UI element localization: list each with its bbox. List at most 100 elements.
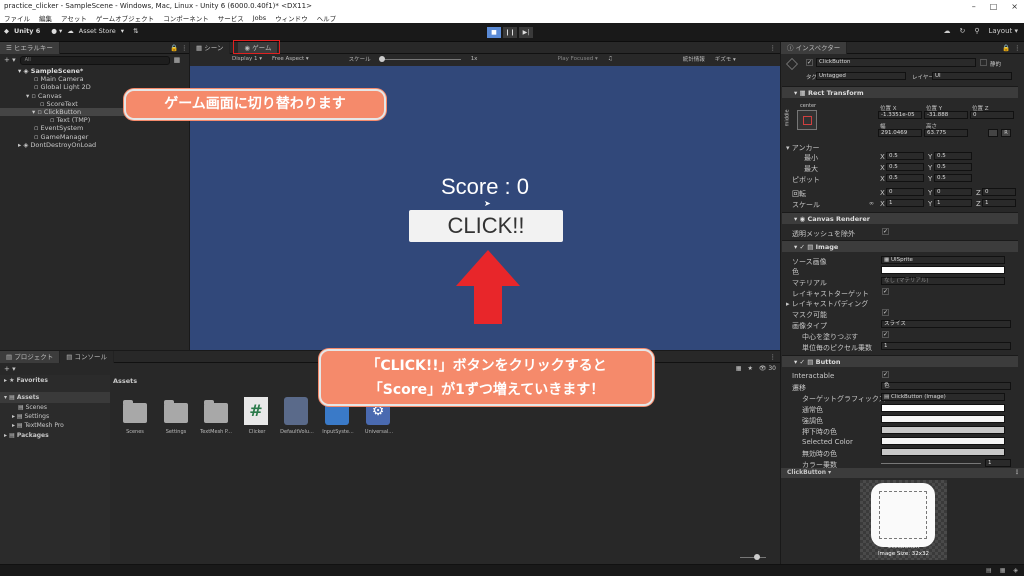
- lock-icon[interactable]: 🔒: [1002, 44, 1010, 52]
- anchor-max-y[interactable]: 0.5: [934, 163, 972, 171]
- image-header[interactable]: ▾ ✓ ▤ Image: [782, 240, 1018, 252]
- close-icon[interactable]: ×: [1011, 2, 1018, 11]
- interactable-checkbox[interactable]: ✓: [882, 371, 889, 378]
- scale-slider[interactable]: [378, 55, 461, 62]
- anchor-preset-button[interactable]: [797, 110, 817, 130]
- tab-project[interactable]: ▤ プロジェクト: [0, 350, 61, 363]
- rotation-z[interactable]: 0: [982, 188, 1016, 196]
- icon-size-slider-handle[interactable]: [754, 554, 760, 560]
- menu-component[interactable]: コンポーネント: [163, 13, 209, 23]
- minimize-icon[interactable]: –: [972, 2, 976, 11]
- menu-gameobject[interactable]: ゲームオブジェクト: [96, 13, 154, 23]
- list-item[interactable]: ▾ ◈ SampleScene*: [0, 67, 189, 75]
- add-asset-icon[interactable]: + ▾: [4, 365, 16, 373]
- stats-button[interactable]: 統計情報: [683, 55, 705, 63]
- tab-hierarchy[interactable]: ☰ ヒエラルキー: [0, 41, 60, 54]
- fill-center-checkbox[interactable]: ✓: [882, 331, 889, 338]
- folder-textmesh[interactable]: ▸ ▤ TextMesh Pro: [0, 421, 110, 430]
- pos-x-field[interactable]: -1.3351e-05: [878, 111, 922, 119]
- maskable-checkbox[interactable]: ✓: [882, 309, 889, 316]
- folder-settings[interactable]: ▸ ▤ Settings: [0, 412, 110, 421]
- asset-store-button[interactable]: Asset Store: [79, 27, 116, 35]
- source-image-field[interactable]: ▦ UISprite: [881, 256, 1005, 264]
- aspect-dropdown[interactable]: Free Aspect ▾: [272, 56, 309, 62]
- layout-dropdown[interactable]: Layout ▾: [988, 27, 1018, 35]
- layer-dropdown[interactable]: UI: [932, 72, 1012, 80]
- static-checkbox[interactable]: [980, 59, 987, 66]
- pause-button[interactable]: ❙❙: [503, 27, 517, 38]
- constrain-proportions-icon[interactable]: ∞: [869, 200, 874, 207]
- highlighted-color-swatch[interactable]: [881, 415, 1005, 423]
- blueprint-button[interactable]: [988, 129, 998, 137]
- progress-icon[interactable]: ▤: [986, 567, 992, 574]
- rect-transform-header[interactable]: ▾ ▦ Rect Transform: [782, 86, 1018, 98]
- menu-help[interactable]: ヘルプ: [317, 13, 337, 23]
- ppu-field[interactable]: 1: [881, 342, 1011, 350]
- color-swatch[interactable]: [881, 266, 1005, 274]
- cull-transparent-checkbox[interactable]: ✓: [882, 228, 889, 235]
- breadcrumb-assets[interactable]: Assets: [113, 377, 137, 385]
- gizmos-dropdown[interactable]: ギズモ ▾: [715, 55, 736, 63]
- more-icon[interactable]: ⋮: [770, 353, 777, 361]
- account-icon[interactable]: ● ▾: [51, 27, 62, 35]
- mute-icon[interactable]: ♫: [608, 56, 613, 62]
- menu-jobs[interactable]: Jobs: [253, 14, 266, 22]
- menu-services[interactable]: サービス: [218, 13, 244, 23]
- list-item[interactable]: ▫ Main Camera: [0, 75, 189, 83]
- pivot-y[interactable]: 0.5: [934, 174, 972, 182]
- folder-scenes[interactable]: ▤ Scenes: [0, 403, 110, 412]
- play-focused-dropdown[interactable]: Play Focused ▾: [557, 56, 597, 62]
- packages-item[interactable]: ▸ ▤ Packages: [0, 430, 110, 441]
- raw-edit-button[interactable]: R: [1001, 129, 1011, 137]
- favorites-item[interactable]: ▸ ★ Favorites: [0, 375, 110, 386]
- scale-y[interactable]: 1: [934, 199, 972, 207]
- hierarchy-search-input[interactable]: All: [19, 55, 170, 65]
- more-icon[interactable]: ⋮: [181, 44, 188, 52]
- menu-window[interactable]: ウィンドウ: [275, 13, 308, 23]
- hidden-count-icon[interactable]: 👁 30: [759, 365, 776, 372]
- notification-icon[interactable]: ▦: [1000, 567, 1006, 574]
- list-item[interactable]: ▸ ◈ DontDestroyOnLoad: [0, 141, 189, 149]
- filter-label-icon[interactable]: ★: [747, 365, 752, 372]
- cloud-icon[interactable]: ☁: [67, 27, 74, 35]
- more-icon[interactable]: ⋮: [770, 44, 777, 52]
- chevron-down-icon[interactable]: ▾: [121, 27, 124, 35]
- anchor-max-x[interactable]: 0.5: [886, 163, 924, 171]
- scale-slider-handle[interactable]: [378, 55, 385, 62]
- maximize-icon[interactable]: □: [990, 2, 998, 11]
- filter-type-icon[interactable]: ▦: [736, 365, 742, 372]
- transition-dropdown[interactable]: 色: [881, 382, 1011, 390]
- button-header[interactable]: ▾ ✓ ▤ Button: [782, 355, 1018, 367]
- list-item[interactable]: ▫ GameManager: [0, 133, 189, 141]
- raycast-padding-foldout[interactable]: ▸ レイキャストパディング: [786, 299, 868, 309]
- tab-inspector[interactable]: ⓘ インスペクター: [781, 41, 848, 54]
- cache-icon[interactable]: ◈: [1013, 567, 1018, 574]
- folder-icon[interactable]: [164, 400, 188, 423]
- preview-header[interactable]: ClickButton ▾ ⋮: [781, 468, 1024, 478]
- tab-console[interactable]: ▤ コンソール: [60, 350, 114, 363]
- pos-z-field[interactable]: 0: [970, 111, 1014, 119]
- scale-z[interactable]: 1: [982, 199, 1016, 207]
- pos-y-field[interactable]: -31.888: [924, 111, 968, 119]
- assets-item[interactable]: ▾ ▤ Assets: [0, 392, 110, 403]
- tag-dropdown[interactable]: Untagged: [816, 72, 906, 80]
- color-multiplier-field[interactable]: 1: [985, 459, 1011, 467]
- rotation-x[interactable]: 0: [886, 188, 924, 196]
- unity-version-label[interactable]: Unity 6: [14, 27, 40, 35]
- folder-icon[interactable]: [204, 400, 228, 423]
- script-icon[interactable]: #: [244, 397, 268, 425]
- click-button[interactable]: CLICK!!: [409, 210, 563, 242]
- material-field[interactable]: なし (マテリアル): [881, 277, 1005, 285]
- raycast-target-checkbox[interactable]: ✓: [882, 288, 889, 295]
- rotation-y[interactable]: 0: [934, 188, 972, 196]
- width-field[interactable]: 291.0469: [878, 129, 922, 137]
- color-multiplier-slider[interactable]: [881, 463, 981, 464]
- target-graphic-field[interactable]: ▤ ClickButton (Image): [881, 393, 1005, 401]
- more-icon[interactable]: ⋮: [1014, 468, 1020, 478]
- pivot-x[interactable]: 0.5: [886, 174, 924, 182]
- normal-color-swatch[interactable]: [881, 404, 1005, 412]
- disabled-color-swatch[interactable]: [881, 448, 1005, 456]
- more-icon[interactable]: ⋮: [1014, 44, 1021, 52]
- anchor-min-x[interactable]: 0.5: [886, 152, 924, 160]
- scale-x[interactable]: 1: [886, 199, 924, 207]
